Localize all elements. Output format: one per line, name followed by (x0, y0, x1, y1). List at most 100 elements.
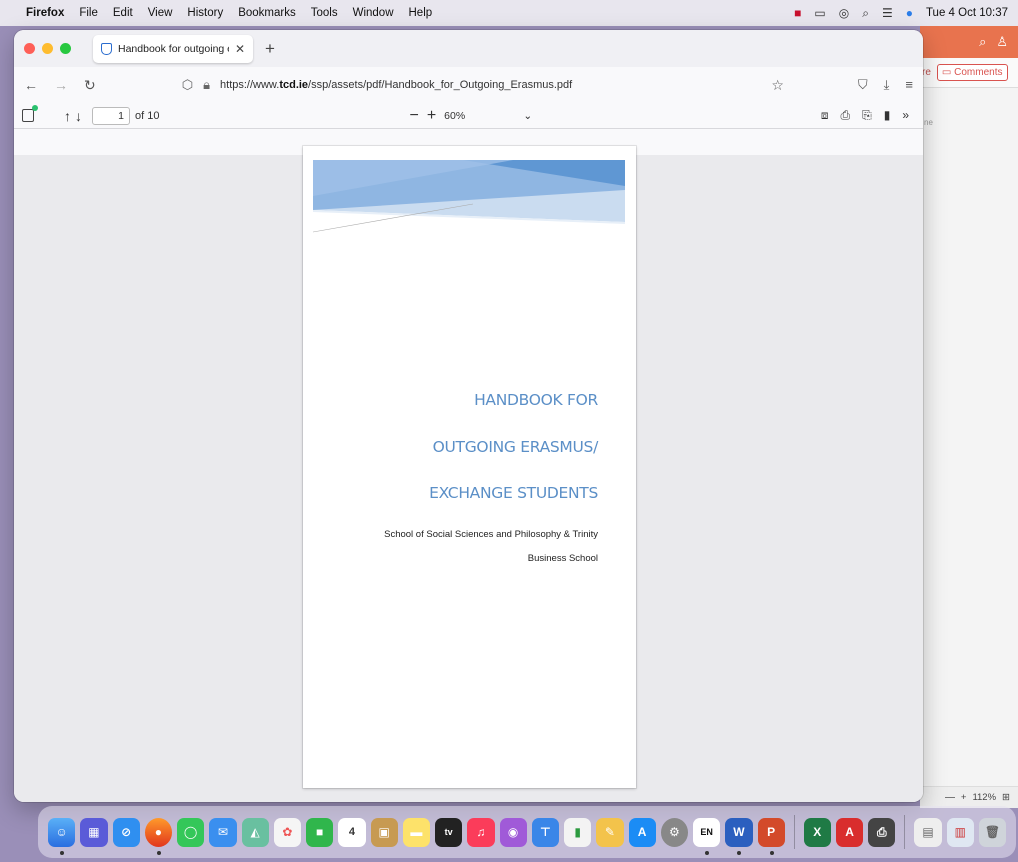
mcafee-icon[interactable]: ■ (794, 6, 801, 20)
excel-icon[interactable]: X (803, 817, 831, 847)
lock-icon[interactable]: 🔒︎ (203, 77, 210, 93)
previous-page-icon[interactable]: ↑ (64, 108, 71, 124)
launchpad-icon[interactable]: ▦ (80, 817, 108, 847)
hamburger-menu-icon[interactable]: ≡ (905, 77, 913, 93)
finder-icon[interactable]: ☺ (48, 817, 76, 855)
language-input-icon[interactable]: EN (693, 817, 721, 855)
running-indicator (737, 850, 742, 855)
sidebar-toggle-icon[interactable] (22, 105, 38, 122)
bookmark-star-icon[interactable]: ☆ (771, 77, 784, 94)
pages-icon[interactable]: ✎ (596, 817, 624, 847)
firefox-icon[interactable]: ● (144, 817, 172, 855)
facetime-icon[interactable]: ■ (306, 817, 334, 847)
menu-history[interactable]: History (187, 7, 223, 19)
app-store-icon[interactable]: A (628, 817, 656, 847)
share-person-icon[interactable]: ♙ (996, 34, 1008, 50)
numbers-icon[interactable]: ▮ (564, 817, 592, 847)
siri-icon[interactable]: ● (906, 6, 913, 20)
pdf-page-1: HANDBOOK FOR OUTGOING ERASMUS/ EXCHANGE … (303, 146, 636, 788)
downloads-stack-icon[interactable]: ▥ (946, 817, 974, 847)
system-preferences-icon[interactable]: ⚙ (660, 817, 688, 847)
url-text[interactable]: https://www.tcd.ie/ssp/assets/pdf/Handbo… (220, 79, 572, 91)
comments-button[interactable]: ▭ Comments (936, 64, 1008, 81)
pocket-icon[interactable]: ⛉ (858, 77, 868, 93)
zoom-value: 60% (444, 109, 466, 122)
trash-icon[interactable]: 🗑︎ (978, 817, 1007, 847)
zoom-window-button[interactable] (60, 43, 71, 54)
url-bar[interactable]: ⬡ 🔒︎ https://www.tcd.ie/ssp/assets/pdf/H… (182, 71, 756, 99)
browser-window: Handbook for outgoing erasmus ✕ + ← → ↻ … (14, 30, 923, 802)
bookmark-icon[interactable]: ▮ (884, 108, 891, 123)
zoom-out-button[interactable]: − (409, 107, 418, 125)
downloads-icon[interactable]: ⤓ (884, 77, 890, 93)
clock[interactable]: Tue 4 Oct 10:37 (926, 7, 1008, 19)
menu-window[interactable]: Window (353, 7, 394, 19)
notes-icon[interactable]: ▬ (402, 817, 430, 847)
podcasts-icon[interactable]: ◉ (499, 817, 527, 847)
word-icon[interactable]: W (725, 817, 753, 855)
document-title-line-2: OUTGOING ERASMUS/ (432, 438, 599, 456)
toolbar-buttons: ⛉ ⤓ ≡ (858, 77, 913, 93)
maps-icon[interactable]: ◭ (241, 817, 269, 847)
powerpoint-icon[interactable]: P (757, 817, 785, 855)
music-icon[interactable]: ♫ (467, 817, 495, 847)
messages-icon[interactable]: ◯ (177, 817, 205, 847)
zoom-level: 112% (972, 792, 997, 803)
running-indicator (769, 850, 774, 855)
calendar-icon[interactable]: 4 (338, 817, 366, 847)
minimize-window-button[interactable] (42, 43, 53, 54)
reload-icon[interactable]: ↻ (84, 77, 96, 94)
page-number-input[interactable]: 1 (92, 106, 130, 125)
url-prefix: https://www. (220, 79, 280, 91)
document-stack-icon[interactable]: ▤ (914, 817, 942, 847)
safari-icon[interactable]: ⊘ (112, 817, 140, 847)
mail-icon[interactable]: ✉ (209, 817, 237, 847)
menu-bar: Firefox File Edit View History Bookmarks… (0, 0, 1018, 26)
background-app-window: ⌕ ♙ re ▭ Comments ne + 112% ⊞ (920, 26, 1018, 808)
close-window-button[interactable] (24, 43, 35, 54)
menu-bookmarks[interactable]: Bookmarks (238, 7, 296, 19)
menu-tools[interactable]: Tools (311, 7, 338, 19)
print-icon[interactable]: ⎙ (840, 108, 850, 123)
share-label[interactable]: re (922, 67, 931, 78)
document-subtitle: School of Social Sciences and Philosophy… (338, 523, 598, 571)
photos-icon[interactable]: ✿ (273, 817, 301, 847)
menu-app-name[interactable]: Firefox (26, 7, 64, 19)
zoom-in-button[interactable]: + (427, 107, 436, 125)
chevron-down-icon: ⌄ (523, 109, 533, 122)
fit-page-icon[interactable]: ⊞ (1002, 792, 1010, 803)
tracking-protection-icon[interactable]: ⬡ (182, 77, 193, 93)
menu-help[interactable]: Help (409, 7, 433, 19)
control-center-icon[interactable]: ☰ (882, 6, 893, 20)
tab-handbook[interactable]: Handbook for outgoing erasmus ✕ (93, 34, 253, 63)
pdf-viewer[interactable]: HANDBOOK FOR OUTGOING ERASMUS/ EXCHANGE … (14, 146, 923, 802)
pdf-right-tools: ⧈ ⎙ ⎘ ▮ » (821, 108, 909, 123)
menu-file[interactable]: File (79, 7, 98, 19)
close-tab-icon[interactable]: ✕ (235, 42, 245, 56)
creative-cloud-icon[interactable]: ◎ (839, 6, 849, 20)
keynote-icon[interactable]: ⊤ (531, 817, 559, 847)
spotlight-search-icon[interactable]: ⌕ (862, 6, 869, 21)
zoom-select[interactable]: 60% ⌄ (440, 107, 536, 125)
subtitle-line-2: Business School (527, 553, 598, 564)
back-icon[interactable]: ← (24, 77, 38, 93)
zoom-slider[interactable] (944, 797, 955, 798)
menu-edit[interactable]: Edit (113, 7, 133, 19)
acrobat-icon[interactable]: A (835, 817, 864, 847)
new-tab-button[interactable]: + (265, 39, 275, 59)
status-tray: ■ ▭ ◎ ⌕ ☰ ● Tue 4 Oct 10:37 (794, 6, 1008, 21)
forward-icon[interactable]: → (54, 77, 68, 93)
printer-icon[interactable]: ⎙ (868, 817, 896, 847)
zoom-plus-icon[interactable]: + (961, 792, 967, 803)
save-icon[interactable]: ⎘ (862, 108, 872, 123)
contacts-icon[interactable]: ▣ (370, 817, 398, 847)
menu-view[interactable]: View (148, 7, 173, 19)
apple-tv-icon[interactable]: tv (435, 817, 463, 847)
more-tools-icon[interactable]: » (902, 108, 909, 123)
battery-icon[interactable]: ▭ (814, 6, 825, 20)
url-path: /ssp/assets/pdf/Handbook_for_Outgoing_Er… (308, 79, 573, 91)
next-page-icon[interactable]: ↓ (75, 108, 82, 124)
search-icon[interactable]: ⌕ (979, 34, 986, 50)
background-app-ribbon: re ▭ Comments (920, 58, 1018, 88)
presentation-mode-icon[interactable]: ⧈ (821, 108, 829, 123)
